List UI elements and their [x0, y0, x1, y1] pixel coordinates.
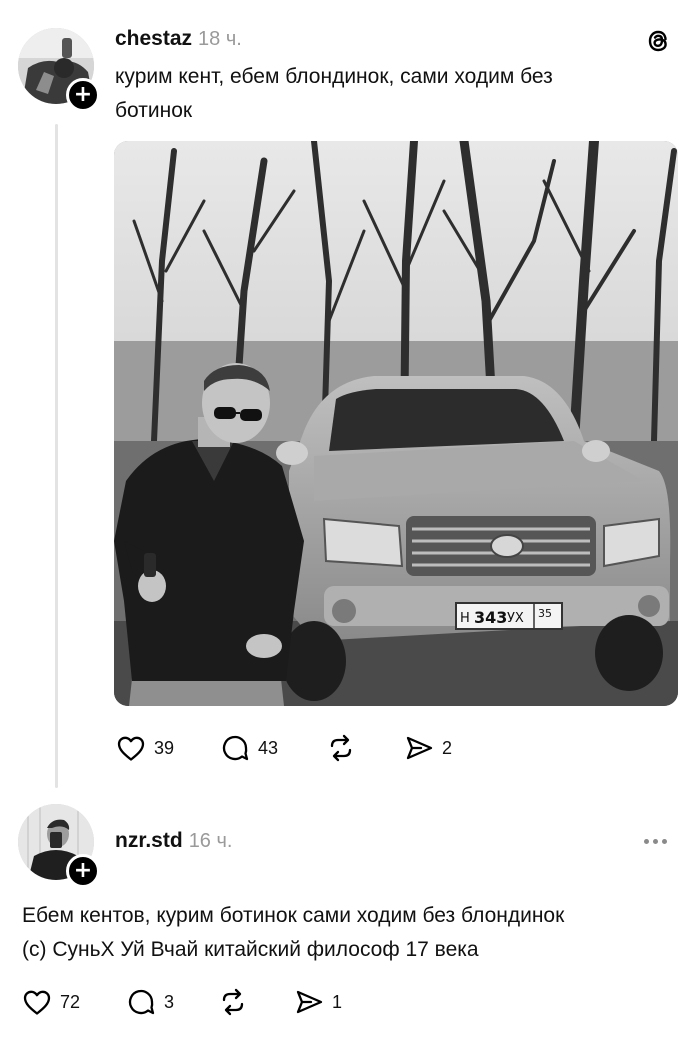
repost-icon [222, 988, 244, 1016]
photo-man-with-suv: Н 343 УХ 35 [114, 141, 678, 706]
post-text-line: курим кент, ебем блондинок, сами ходим б… [115, 65, 553, 88]
plate-number: 343 [474, 608, 507, 627]
post-text-line: ботинок [115, 99, 193, 122]
repost-icon [330, 734, 352, 762]
post-text-line: (с) СуньХ Уй Вчай китайский философ 17 в… [22, 938, 479, 961]
more-dots-icon[interactable] [644, 839, 667, 844]
post-actions: 39 43 2 [116, 732, 452, 764]
username[interactable]: nzr.std [115, 829, 183, 853]
like-count: 72 [60, 991, 81, 1012]
plate-region: 35 [538, 607, 552, 620]
post-1: + chestaz 18 ч. курим кент, ебем блондин… [0, 0, 700, 790]
send-icon [296, 990, 323, 1014]
comment-count: 43 [258, 737, 279, 758]
post-2: + nzr.std 16 ч. Ебем кентов, курим ботин… [0, 790, 700, 1037]
like-count: 39 [154, 737, 175, 758]
heart-icon [117, 736, 145, 761]
share-count: 1 [332, 991, 343, 1012]
username[interactable]: chestaz [115, 27, 192, 51]
post-header: chestaz 18 ч. [115, 24, 242, 54]
post-text: курим кент, ебем блондинок, сами ходим б… [115, 60, 675, 128]
follow-plus-icon[interactable]: + [66, 854, 100, 888]
post-actions: 72 3 1 [22, 986, 342, 1018]
post-image[interactable]: Н 343 УХ 35 [114, 141, 678, 706]
share-button[interactable]: 1 [294, 987, 342, 1017]
post-text: Ебем кентов, курим ботинок сами ходим бе… [22, 899, 692, 967]
follow-plus-icon[interactable]: + [66, 78, 100, 112]
post-header: nzr.std 16 ч. [115, 826, 232, 856]
thread-line [55, 124, 58, 788]
send-icon [406, 736, 433, 760]
comment-bubble-icon [222, 735, 249, 761]
repost-button[interactable] [218, 987, 294, 1017]
like-button[interactable]: 72 [22, 988, 126, 1016]
repost-button[interactable] [326, 733, 404, 763]
heart-icon [23, 990, 51, 1015]
comment-button[interactable]: 43 [220, 733, 326, 763]
share-button[interactable]: 2 [404, 733, 452, 763]
share-count: 2 [442, 737, 453, 758]
post-time: 18 ч. [198, 27, 242, 50]
like-button[interactable]: 39 [116, 734, 220, 762]
post-text-line: Ебем кентов, курим ботинок сами ходим бе… [22, 904, 565, 927]
comment-button[interactable]: 3 [126, 987, 218, 1017]
plate-series-right: УХ [507, 611, 524, 626]
plate-series-left: Н [460, 611, 470, 626]
comment-count: 3 [164, 991, 175, 1012]
threads-logo-icon[interactable] [643, 26, 673, 56]
post-time: 16 ч. [188, 829, 233, 852]
comment-bubble-icon [128, 989, 155, 1015]
